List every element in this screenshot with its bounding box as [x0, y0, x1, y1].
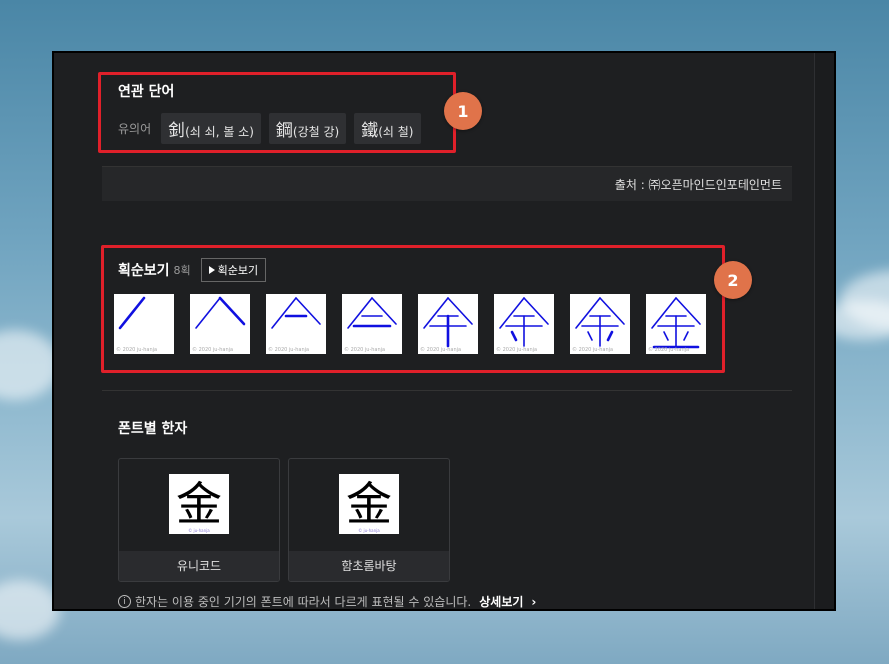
font-caption: 유니코드: [119, 551, 279, 581]
divider: [102, 390, 792, 391]
highlight-box-related: [98, 72, 456, 153]
source-bar: 출처 : ㈜오픈마인드인포테인먼트: [102, 166, 792, 201]
hanja-glyph: 金: [176, 477, 222, 531]
hanja-glyph: 金: [346, 477, 392, 531]
font-hanja-section: 폰트별 한자 金 © ju-hanja 유니코드 金 © ju-hanja 함초…: [118, 418, 450, 582]
font-caption: 함초롬바탕: [289, 551, 449, 581]
glyph-watermark: © ju-hanja: [188, 528, 210, 533]
hanja-glyph-image: 金 © ju-hanja: [169, 474, 229, 534]
annotation-badge-1: 1: [444, 92, 482, 130]
chevron-right-icon: ›: [531, 594, 537, 609]
font-card-hamchorom[interactable]: 金 © ju-hanja 함초롬바탕: [288, 458, 450, 582]
detail-link[interactable]: 상세보기: [479, 593, 523, 609]
highlight-box-stroke-order: [101, 245, 725, 373]
glyph-watermark: © ju-hanja: [358, 528, 380, 533]
font-card-unicode[interactable]: 金 © ju-hanja 유니코드: [118, 458, 280, 582]
scrollbar[interactable]: [814, 53, 834, 609]
annotation-badge-2: 2: [714, 261, 752, 299]
font-section-title: 폰트별 한자: [118, 421, 188, 437]
source-text: 출처 : ㈜오픈마인드인포테인먼트: [614, 177, 782, 192]
font-notice: i 한자는 이용 중인 기기의 폰트에 따라서 다르게 표현될 수 있습니다. …: [118, 593, 537, 609]
info-icon: i: [118, 595, 131, 608]
notice-text: 한자는 이용 중인 기기의 폰트에 따라서 다르게 표현될 수 있습니다.: [135, 595, 472, 609]
hanja-glyph-image: 金 © ju-hanja: [339, 474, 399, 534]
